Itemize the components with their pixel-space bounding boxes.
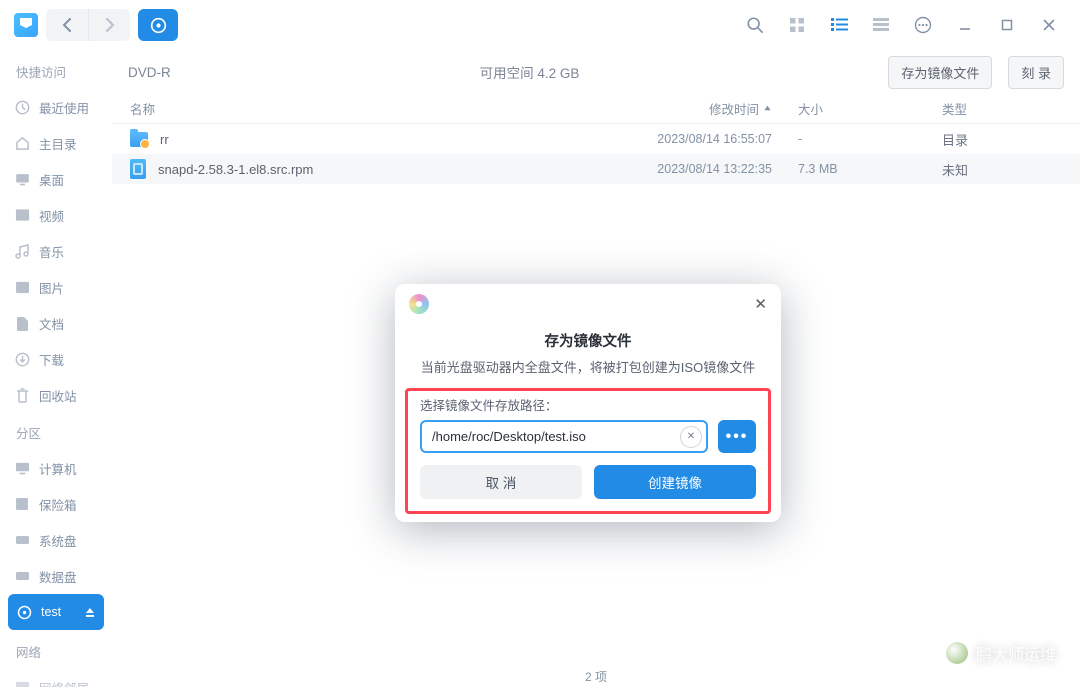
file-icon xyxy=(130,159,146,179)
breadcrumb-location[interactable]: DVD-R xyxy=(128,65,171,80)
app-icon xyxy=(14,13,38,37)
sidebar-item-label: 音乐 xyxy=(39,242,64,261)
document-icon xyxy=(14,316,30,331)
compact-view-button[interactable] xyxy=(864,8,898,42)
clear-input-button[interactable]: ✕ xyxy=(680,426,702,448)
sidebar-item-safe[interactable]: 保险箱 xyxy=(0,486,112,522)
sidebar-item-data-disk[interactable]: 数据盘 xyxy=(0,558,112,594)
column-header-size[interactable]: 大小 xyxy=(798,99,916,118)
sort-asc-icon xyxy=(763,104,772,113)
folder-icon xyxy=(130,132,148,147)
nav-forward-button[interactable] xyxy=(88,9,130,41)
table-row[interactable]: snapd-2.58.3-1.el8.src.rpm 2023/08/14 13… xyxy=(112,154,1080,184)
disk-icon xyxy=(14,571,30,581)
sidebar-item-label: 回收站 xyxy=(39,386,77,405)
free-space-label: 可用空间 4.2 GB xyxy=(187,62,873,82)
file-type: 未知 xyxy=(942,160,1062,179)
clock-icon xyxy=(14,100,30,115)
file-size: - xyxy=(798,132,916,146)
sidebar-item-recent[interactable]: 最近使用 xyxy=(0,89,112,125)
sidebar-item-label: 桌面 xyxy=(39,170,64,189)
file-name: rr xyxy=(160,132,169,147)
disk-icon xyxy=(14,535,30,545)
download-icon xyxy=(14,352,30,367)
dialog-close-button[interactable]: ✕ xyxy=(754,295,767,313)
sidebar-item-system-disk[interactable]: 系统盘 xyxy=(0,522,112,558)
sidebar-item-label: 数据盘 xyxy=(39,567,77,586)
dialog-path-label: 选择镜像文件存放路径： xyxy=(420,395,756,414)
icon-view-button[interactable] xyxy=(780,8,814,42)
sidebar-item-net-neighbor[interactable]: 网络邻居 xyxy=(0,669,112,687)
more-button[interactable] xyxy=(906,8,940,42)
safe-icon xyxy=(14,497,30,511)
sidebar-item-test[interactable]: test xyxy=(8,594,104,630)
home-icon xyxy=(14,136,30,151)
file-type: 目录 xyxy=(942,130,1062,149)
close-button[interactable] xyxy=(1032,8,1066,42)
sidebar-item-trash[interactable]: 回收站 xyxy=(0,377,112,413)
trash-icon xyxy=(14,388,30,403)
computer-icon xyxy=(14,462,30,475)
picture-icon xyxy=(14,281,30,294)
sidebar-quick-access-header: 快捷访问 xyxy=(0,58,112,89)
sidebar-item-label: 保险箱 xyxy=(39,495,77,514)
watermark-icon xyxy=(946,642,968,664)
sidebar-item-label: 图片 xyxy=(39,278,64,297)
disc-icon xyxy=(16,605,32,620)
save-image-dialog: ✕ 存为镜像文件 当前光盘驱动器内全盘文件，将被打包创建为ISO镜像文件 选择镜… xyxy=(395,284,781,522)
sidebar-item-downloads[interactable]: 下载 xyxy=(0,341,112,377)
eject-icon[interactable] xyxy=(84,606,96,618)
dialog-disc-icon xyxy=(409,294,429,314)
sidebar-item-label: 最近使用 xyxy=(39,98,89,117)
sidebar-item-computer[interactable]: 计算机 xyxy=(0,450,112,486)
cancel-button[interactable]: 取 消 xyxy=(420,465,582,499)
sidebar-item-home[interactable]: 主目录 xyxy=(0,125,112,161)
table-row[interactable]: rr 2023/08/14 16:55:07 - 目录 xyxy=(112,124,1080,154)
save-as-image-button[interactable]: 存为镜像文件 xyxy=(888,56,992,89)
column-header-name[interactable]: 名称 xyxy=(130,99,602,118)
maximize-button[interactable] xyxy=(990,8,1024,42)
file-name: snapd-2.58.3-1.el8.src.rpm xyxy=(158,162,313,177)
status-item-count: 2 项 xyxy=(112,668,1080,685)
sidebar-network-header: 网络 xyxy=(0,638,112,669)
column-header-modified[interactable]: 修改时间 xyxy=(628,99,772,118)
disc-drive-button[interactable] xyxy=(138,9,178,41)
list-view-button[interactable] xyxy=(822,8,856,42)
sidebar-partitions-header: 分区 xyxy=(0,419,112,450)
sidebar-item-documents[interactable]: 文档 xyxy=(0,305,112,341)
sidebar-item-pictures[interactable]: 图片 xyxy=(0,269,112,305)
image-path-input[interactable] xyxy=(422,429,680,444)
dialog-subtitle: 当前光盘驱动器内全盘文件，将被打包创建为ISO镜像文件 xyxy=(417,357,759,376)
sidebar-item-label: 网络邻居 xyxy=(39,678,89,687)
burn-button[interactable]: 刻 录 xyxy=(1008,56,1064,89)
nav-back-button[interactable] xyxy=(46,9,88,41)
desktop-icon xyxy=(14,173,30,186)
video-icon xyxy=(14,208,30,222)
create-image-button[interactable]: 创建镜像 xyxy=(594,465,756,499)
sidebar-item-desktop[interactable]: 桌面 xyxy=(0,161,112,197)
sidebar-item-label: 文档 xyxy=(39,314,64,333)
sidebar-item-label: 下载 xyxy=(39,350,64,369)
minimize-button[interactable] xyxy=(948,8,982,42)
sidebar-item-label: test xyxy=(41,605,61,619)
sidebar-item-label: 计算机 xyxy=(39,459,77,478)
sidebar-item-music[interactable]: 音乐 xyxy=(0,233,112,269)
file-modified: 2023/08/14 13:22:35 xyxy=(628,162,772,176)
sidebar-item-videos[interactable]: 视频 xyxy=(0,197,112,233)
file-modified: 2023/08/14 16:55:07 xyxy=(628,132,772,146)
sidebar-item-label: 主目录 xyxy=(39,134,77,153)
music-icon xyxy=(14,244,30,259)
search-button[interactable] xyxy=(738,8,772,42)
sidebar-item-label: 系统盘 xyxy=(39,531,77,550)
column-header-type[interactable]: 类型 xyxy=(942,99,1062,118)
browse-button[interactable]: ••• xyxy=(718,420,756,453)
sidebar-item-label: 视频 xyxy=(39,206,64,225)
file-size: 7.3 MB xyxy=(798,162,916,176)
dialog-title: 存为镜像文件 xyxy=(417,330,759,351)
watermark: 鹏大师运维 xyxy=(946,641,1056,665)
network-icon xyxy=(14,681,30,687)
